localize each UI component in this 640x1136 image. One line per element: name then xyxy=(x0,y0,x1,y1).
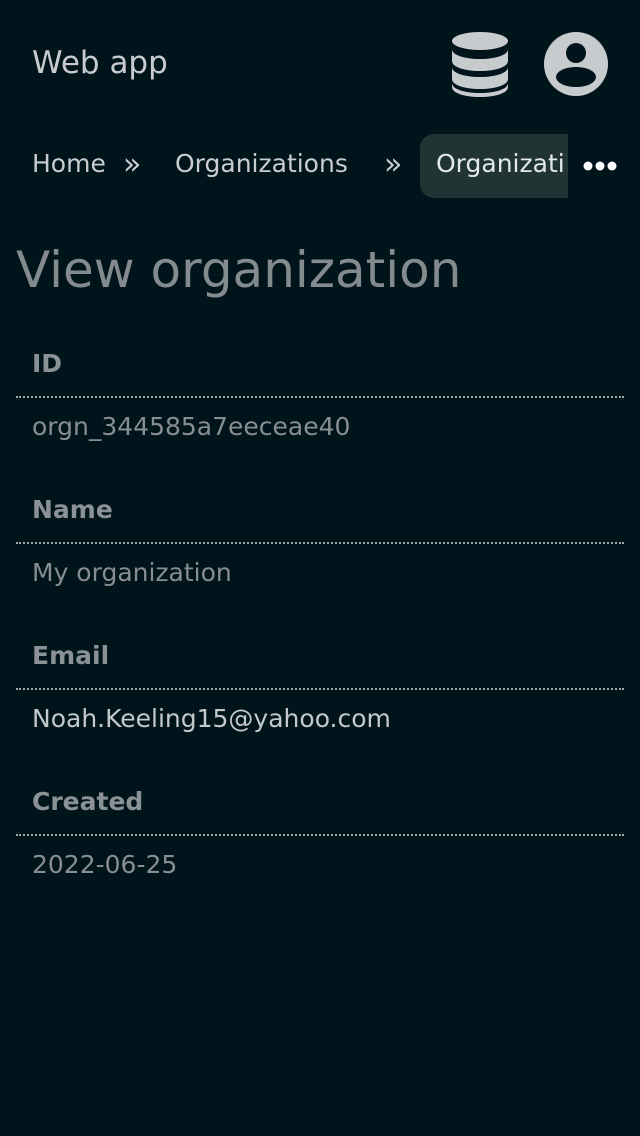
breadcrumb-home[interactable]: Home xyxy=(32,134,106,198)
ellipsis-icon[interactable] xyxy=(580,156,620,176)
breadcrumb: Home » Organizations » Organizati xyxy=(0,134,640,198)
field-email: Email Noah.Keeling15@yahoo.com xyxy=(16,626,624,748)
field-value: My organization xyxy=(32,558,232,587)
email-link[interactable]: Noah.Keeling15@yahoo.com xyxy=(16,690,624,748)
breadcrumb-separator: » xyxy=(384,147,403,182)
app-title[interactable]: Web app xyxy=(32,42,168,84)
breadcrumb-separator: » xyxy=(123,147,142,182)
field-label: Email xyxy=(16,626,624,690)
page-title: View organization xyxy=(16,241,462,299)
field-label: ID xyxy=(16,334,624,398)
field-name: Name My organization xyxy=(16,480,624,602)
field-created: Created 2022-06-25 xyxy=(16,772,624,894)
field-label: Created xyxy=(16,772,624,836)
breadcrumb-current-label: Organizati xyxy=(436,149,565,178)
field-id: ID orgn_344585a7eeceae40 xyxy=(16,334,624,456)
database-icon[interactable] xyxy=(450,31,510,97)
field-value: orgn_344585a7eeceae40 xyxy=(32,412,351,441)
field-value: 2022-06-25 xyxy=(32,850,178,879)
breadcrumb-current[interactable]: Organizati xyxy=(420,134,568,198)
app-header: Web app xyxy=(0,0,640,128)
breadcrumb-organizations[interactable]: Organizations xyxy=(175,134,348,198)
field-label: Name xyxy=(16,480,624,544)
user-account-icon[interactable] xyxy=(543,31,609,97)
